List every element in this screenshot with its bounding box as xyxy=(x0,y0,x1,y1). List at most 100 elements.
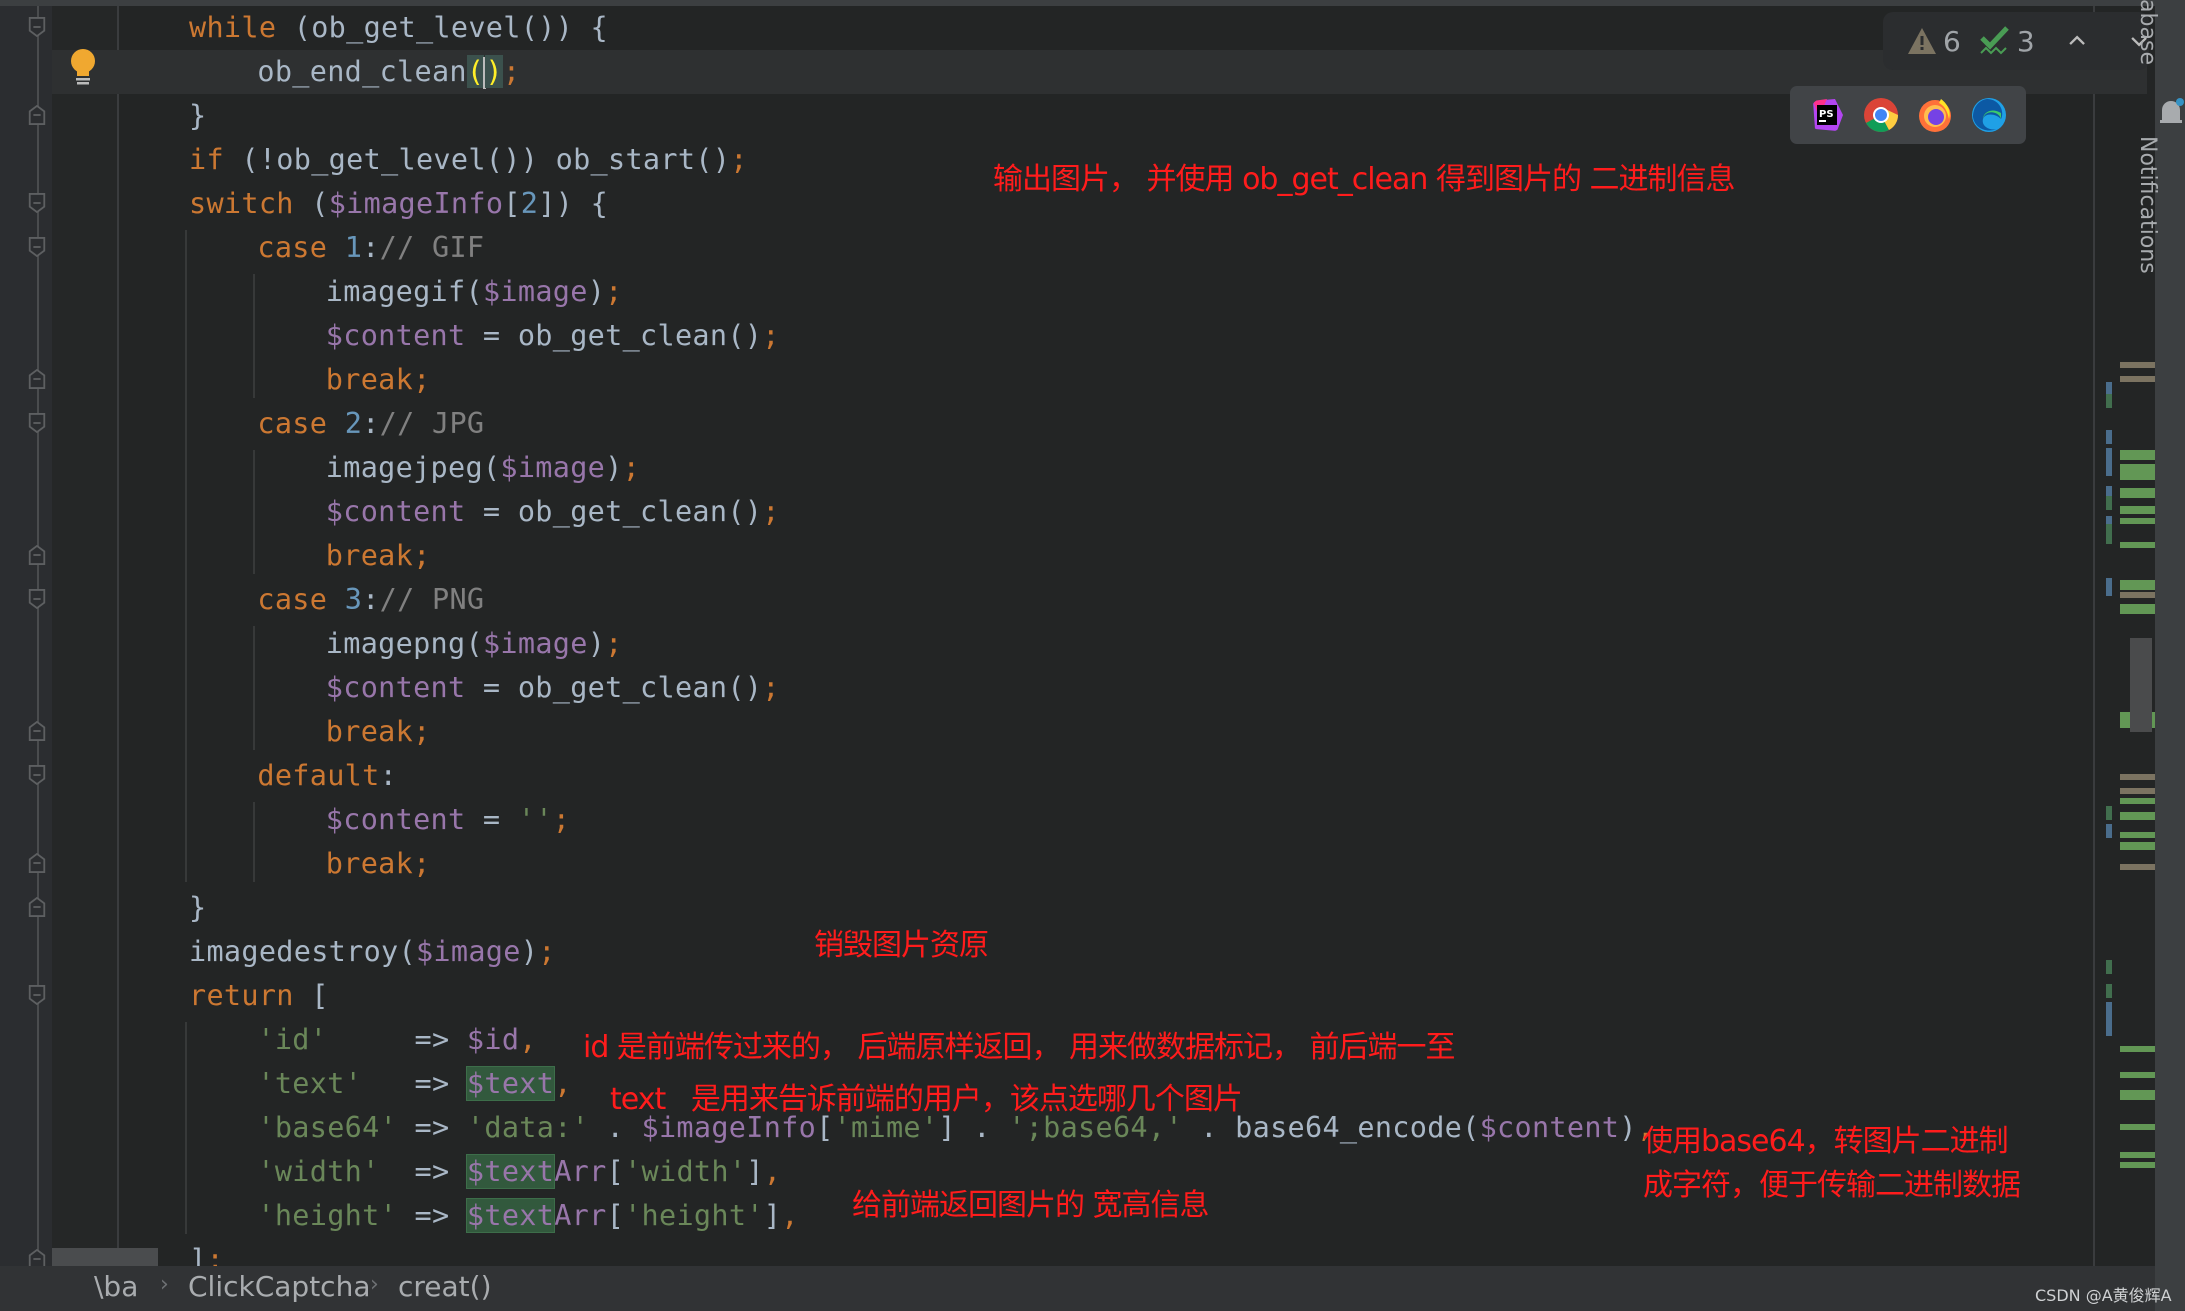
error-stripe-mark[interactable] xyxy=(2106,524,2112,544)
code-line[interactable]: while (ob_get_level()) { xyxy=(0,6,2095,50)
code-text: 'width' => $textArr['width'], xyxy=(257,1150,781,1194)
error-stripe-mark[interactable] xyxy=(2120,812,2155,820)
annotation-destroy: 销毁图片资原 xyxy=(814,928,989,963)
code-token: ) xyxy=(587,275,606,308)
error-stripe-mark[interactable] xyxy=(2120,1124,2155,1130)
code-line[interactable]: } xyxy=(0,94,2095,138)
code-line[interactable]: $content = ''; xyxy=(0,798,2095,842)
code-token: => xyxy=(362,1067,467,1100)
error-stripe-mark[interactable] xyxy=(2120,450,2155,460)
warnings-indicator[interactable]: 6 xyxy=(1907,25,1961,58)
error-stripe-mark[interactable] xyxy=(2106,394,2112,408)
code-token: case xyxy=(257,407,345,440)
breadcrumb-method[interactable]: creat() xyxy=(398,1270,492,1303)
error-stripe-mark[interactable] xyxy=(2120,518,2155,524)
typos-indicator[interactable]: 3 xyxy=(1979,25,2035,58)
code-line[interactable]: case 2:// JPG xyxy=(0,402,2095,446)
code-line[interactable]: break; xyxy=(0,358,2095,402)
code-text: } xyxy=(189,94,206,138)
code-line[interactable]: imagedestroy($image); xyxy=(0,930,2095,974)
code-editor[interactable]: while (ob_get_level()) {ob_end_clean();}… xyxy=(0,6,2155,1266)
error-stripe-mark[interactable] xyxy=(2120,580,2155,590)
code-token: (ob_get_level()) { xyxy=(276,11,609,44)
code-token: 'height' xyxy=(257,1199,398,1232)
code-text: $content = ob_get_clean(); xyxy=(326,490,780,534)
error-stripe-mark[interactable] xyxy=(2106,1002,2112,1036)
code-line[interactable]: case 3:// PNG xyxy=(0,578,2095,622)
error-stripe-mark[interactable] xyxy=(2120,488,2155,498)
inspection-widget[interactable]: 6 3 xyxy=(1883,12,2149,70)
code-token: // PNG xyxy=(379,583,485,616)
code-token: case xyxy=(257,231,345,264)
error-stripe-mark[interactable] xyxy=(2120,788,2155,794)
code-line[interactable]: break; xyxy=(0,710,2095,754)
error-stripe-mark[interactable] xyxy=(2120,1162,2155,1168)
error-stripe-mark[interactable] xyxy=(2120,1072,2155,1078)
error-stripe-mark[interactable] xyxy=(2120,604,2155,614)
code-line[interactable]: $content = ob_get_clean(); xyxy=(0,314,2095,358)
code-line[interactable]: imagegif($image); xyxy=(0,270,2095,314)
code-line[interactable]: break; xyxy=(0,842,2095,886)
breadcrumb-namespace[interactable]: \ba xyxy=(94,1270,138,1303)
code-token: , xyxy=(781,1199,799,1232)
error-stripe-mark[interactable] xyxy=(2120,864,2155,870)
code-token: switch xyxy=(189,187,294,220)
code-token: $image xyxy=(482,275,588,308)
error-stripe-mark[interactable] xyxy=(2120,842,2155,850)
notifications-bell-icon[interactable] xyxy=(2158,98,2184,128)
notifications-tool-tab[interactable]: Notifications xyxy=(2135,136,2160,274)
breadcrumb-class[interactable]: ClickCaptcha xyxy=(188,1270,370,1303)
code-line[interactable]: return [ xyxy=(0,974,2095,1018)
firefox-icon[interactable] xyxy=(1917,97,1953,133)
error-stripe-mark[interactable] xyxy=(2106,824,2112,838)
database-tool-tab[interactable]: Database xyxy=(2135,0,2160,65)
error-stripe-mark[interactable] xyxy=(2120,464,2155,480)
error-stripe-mark[interactable] xyxy=(2106,516,2112,524)
error-stripe-mark[interactable] xyxy=(2106,486,2112,496)
code-line[interactable]: case 1:// GIF xyxy=(0,226,2095,270)
code-token: 1 xyxy=(344,231,363,264)
code-line[interactable]: default: xyxy=(0,754,2095,798)
phpstorm-icon[interactable]: PS xyxy=(1809,97,1845,133)
code-line[interactable]: imagejpeg($image); xyxy=(0,446,2095,490)
error-stripe-mark[interactable] xyxy=(2120,506,2155,514)
error-stripe-mark[interactable] xyxy=(2106,578,2112,596)
error-stripe-mark[interactable] xyxy=(2106,984,2112,998)
code-line[interactable]: imagepng($image); xyxy=(0,622,2095,666)
code-token: break; xyxy=(325,539,431,572)
error-stripe-mark[interactable] xyxy=(2120,376,2155,382)
error-stripe-mark[interactable] xyxy=(2120,1046,2155,1052)
error-stripe-mark[interactable] xyxy=(2106,430,2112,444)
code-line[interactable]: $content = ob_get_clean(); xyxy=(0,666,2095,710)
edge-icon[interactable] xyxy=(1971,97,2007,133)
error-stripe-mark[interactable] xyxy=(2120,1090,2155,1100)
lightbulb-intention-icon[interactable] xyxy=(70,48,96,88)
error-stripe-mark[interactable] xyxy=(2106,806,2112,820)
error-stripe-mark[interactable] xyxy=(2120,774,2155,780)
code-line[interactable]: $content = ob_get_clean(); xyxy=(0,490,2095,534)
code-token: break; xyxy=(325,847,431,880)
horizontal-scrollbar-thumb[interactable] xyxy=(52,1248,158,1266)
error-stripe-mark[interactable] xyxy=(2120,542,2155,548)
chrome-icon[interactable] xyxy=(1863,97,1899,133)
code-token: Arr xyxy=(554,1199,607,1232)
error-stripe-mark[interactable] xyxy=(2106,496,2112,510)
code-token: ; xyxy=(730,143,748,176)
code-line[interactable]: ]; xyxy=(0,1238,2095,1266)
code-token: , xyxy=(519,1023,537,1056)
code-token: $content xyxy=(325,495,466,528)
error-stripe-mark[interactable] xyxy=(2106,448,2112,476)
error-stripe-mark[interactable] xyxy=(2120,798,2155,804)
code-token: $image xyxy=(500,451,606,484)
error-stripe-mark[interactable] xyxy=(2120,362,2155,368)
code-token: } xyxy=(189,99,207,132)
error-stripe-mark[interactable] xyxy=(2120,832,2155,838)
error-stripe-mark[interactable] xyxy=(2120,1152,2155,1158)
code-line[interactable]: } xyxy=(0,886,2095,930)
error-stripe-mark[interactable] xyxy=(2106,960,2112,974)
scrollbar-thumb[interactable] xyxy=(2130,638,2152,732)
code-line[interactable]: break; xyxy=(0,534,2095,578)
chevron-up-icon[interactable] xyxy=(2067,28,2087,54)
code-token: '' xyxy=(517,803,553,836)
error-stripe-mark[interactable] xyxy=(2120,592,2155,598)
